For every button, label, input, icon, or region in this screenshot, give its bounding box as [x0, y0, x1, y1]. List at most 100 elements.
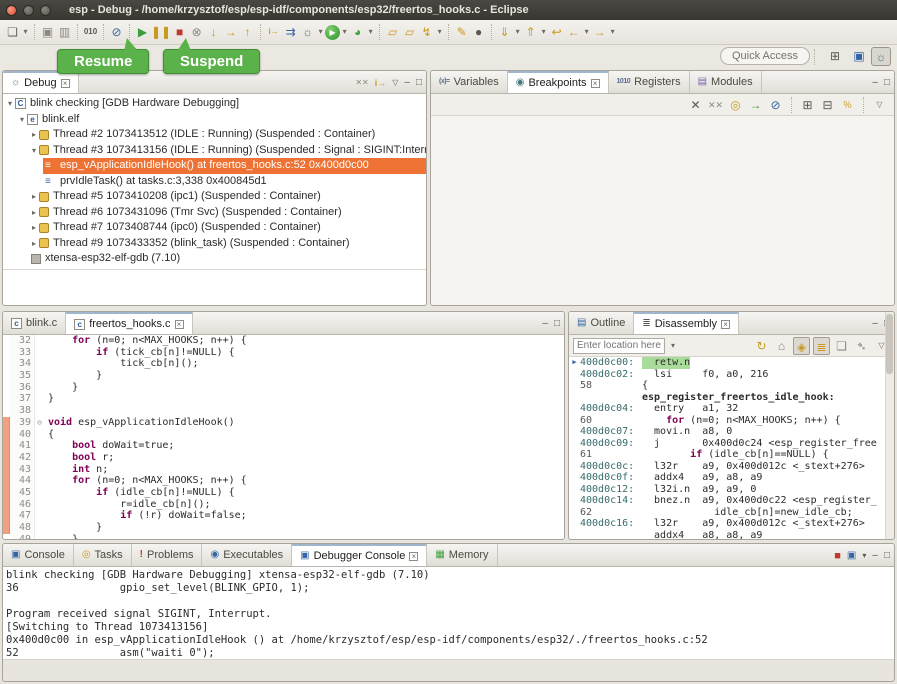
- expander-icon[interactable]: ▸: [29, 189, 39, 205]
- run-dropdown-icon[interactable]: ▾: [340, 23, 349, 41]
- maximize-icon[interactable]: □: [884, 550, 890, 561]
- tab-problems[interactable]: ! Problems: [132, 544, 203, 566]
- quick-access-button[interactable]: Quick Access: [720, 47, 810, 65]
- disassembly-listing[interactable]: ▶ 400d0c00: retw.n 400d0c02: lsi f0, a0,…: [569, 357, 894, 539]
- forward-dropdown-icon[interactable]: ▾: [608, 23, 617, 41]
- tab-outline[interactable]: ▤ Outline: [569, 312, 634, 334]
- source-code-area[interactable]: 32 for (n=0; n<MAX_HOOKS; n++) { 33 if (…: [3, 335, 564, 540]
- run-icon[interactable]: ▶: [325, 25, 340, 40]
- tab-variables[interactable]: (x)= Variables: [431, 71, 508, 93]
- window-minimize-button[interactable]: [23, 5, 34, 16]
- minimize-icon[interactable]: –: [872, 550, 878, 561]
- minimize-icon[interactable]: –: [872, 77, 878, 88]
- link-with-debug-view-icon[interactable]: ％: [839, 96, 856, 114]
- tab-debug[interactable]: ☼ Debug ×: [3, 71, 79, 93]
- expander-icon[interactable]: ▾: [17, 112, 27, 128]
- step-filters-icon[interactable]: ⇉: [282, 23, 299, 41]
- fold-marker-icon[interactable]: [34, 487, 44, 499]
- tab-executables[interactable]: ◉ Executables: [202, 544, 292, 566]
- instruction-stepping-mode-icon[interactable]: i→: [375, 78, 387, 88]
- sync-active-context-icon[interactable]: ◈: [793, 337, 810, 355]
- terminate-icon[interactable]: ■: [834, 550, 841, 562]
- maximize-icon[interactable]: □: [416, 77, 422, 88]
- close-icon[interactable]: ×: [409, 552, 418, 561]
- expander-icon[interactable]: ▸: [29, 236, 39, 252]
- collapse-all-icon[interactable]: ⊟: [819, 96, 836, 114]
- window-maximize-button[interactable]: [40, 5, 51, 16]
- open-new-view-icon[interactable]: ❏: [833, 337, 850, 355]
- tab-modules[interactable]: ▤ Modules: [690, 71, 762, 93]
- step-into-icon[interactable]: ↓: [205, 23, 222, 41]
- minimize-icon[interactable]: –: [542, 318, 548, 329]
- tree-item-thread[interactable]: ▸ Thread #6 1073431096 (Tmr Svc) (Suspen…: [3, 205, 426, 221]
- expander-icon[interactable]: ▸: [29, 220, 39, 236]
- tree-item-gdb[interactable]: xtensa-esp32-elf-gdb (7.10): [3, 251, 426, 267]
- remove-all-breakpoints-icon[interactable]: ✕✕: [707, 96, 724, 114]
- tree-item-thread[interactable]: ▸ Thread #5 1073410208 (ipc1) (Suspended…: [3, 189, 426, 205]
- skip-all-breakpoints-icon[interactable]: ⊘: [767, 96, 784, 114]
- resume-icon[interactable]: ▶: [134, 23, 151, 41]
- show-source-icon[interactable]: ≣: [813, 337, 830, 355]
- tab-debugger-console[interactable]: ▣ Debugger Console ×: [292, 544, 427, 566]
- save-all-icon[interactable]: ▥: [56, 23, 73, 41]
- close-icon[interactable]: ×: [721, 320, 730, 329]
- tree-item-launch[interactable]: ▾ C blink checking [GDB Hardware Debuggi…: [3, 96, 426, 112]
- fold-marker-icon[interactable]: [34, 370, 44, 382]
- tab-disassembly[interactable]: ≣ Disassembly ×: [634, 312, 739, 334]
- coverage-icon[interactable]: ◕: [349, 23, 366, 41]
- instruction-stepping-icon[interactable]: i→: [265, 23, 282, 41]
- fold-marker-icon[interactable]: [34, 393, 44, 405]
- tab-breakpoints[interactable]: ◉ Breakpoints ×: [508, 71, 609, 93]
- debug-perspective-icon[interactable]: ☼: [871, 47, 891, 66]
- fold-marker-icon[interactable]: [34, 335, 44, 347]
- remove-breakpoint-icon[interactable]: ✕: [687, 96, 704, 114]
- next-annotation-dropdown-icon[interactable]: ▾: [513, 23, 522, 41]
- fold-marker-icon[interactable]: [34, 464, 44, 476]
- tree-item-thread[interactable]: ▾ Thread #3 1073413156 (IDLE : Running) …: [3, 143, 426, 159]
- fold-marker-icon[interactable]: [34, 382, 44, 394]
- debug-icon[interactable]: ☼: [299, 23, 316, 41]
- debug-dropdown-icon[interactable]: ▾: [316, 23, 325, 41]
- view-menu-icon[interactable]: ▽: [392, 78, 398, 87]
- minimize-icon[interactable]: –: [872, 318, 878, 329]
- expander-icon[interactable]: ▸: [29, 127, 39, 143]
- external-tools-icon[interactable]: ↯: [418, 23, 435, 41]
- location-input[interactable]: [573, 338, 665, 354]
- console-dropdown-icon[interactable]: ▾: [862, 551, 866, 560]
- back-dropdown-icon[interactable]: ▾: [582, 23, 591, 41]
- save-icon[interactable]: ▣: [39, 23, 56, 41]
- window-close-button[interactable]: [6, 5, 17, 16]
- previous-annotation-dropdown-icon[interactable]: ▾: [539, 23, 548, 41]
- external-tools-dropdown-icon[interactable]: ▾: [435, 23, 444, 41]
- new-wizard-dropdown-icon[interactable]: ▾: [21, 23, 30, 41]
- coverage-dropdown-icon[interactable]: ▾: [366, 23, 375, 41]
- tab-console[interactable]: ▣ Console: [3, 544, 74, 566]
- fold-marker-icon[interactable]: [34, 510, 44, 522]
- expand-all-icon[interactable]: ⊞: [799, 96, 816, 114]
- close-icon[interactable]: ×: [591, 79, 600, 88]
- fold-marker-icon[interactable]: [34, 358, 44, 370]
- fold-marker-icon[interactable]: [34, 452, 44, 464]
- close-icon[interactable]: ×: [61, 79, 70, 88]
- cpp-perspective-icon[interactable]: ▣: [849, 47, 869, 66]
- tree-item-thread[interactable]: ▸ Thread #9 1073433352 (blink_task) (Sus…: [3, 236, 426, 252]
- suspend-icon[interactable]: ❚❚: [151, 23, 171, 41]
- maximize-icon[interactable]: □: [554, 318, 560, 329]
- fold-marker-icon[interactable]: ⊖: [34, 417, 44, 429]
- back-icon[interactable]: ←: [565, 23, 582, 41]
- tree-item-stack-frame[interactable]: ≡ prvIdleTask() at tasks.c:3,338 0x40084…: [3, 174, 426, 190]
- open-resource-icon[interactable]: ▱: [401, 23, 418, 41]
- last-edit-location-icon[interactable]: ↩: [548, 23, 565, 41]
- view-menu-icon[interactable]: ▽: [871, 96, 888, 114]
- expander-icon[interactable]: ▸: [29, 205, 39, 221]
- forward-icon[interactable]: →: [591, 23, 608, 41]
- go-to-file-for-breakpoint-icon[interactable]: →: [747, 96, 764, 114]
- new-wizard-icon[interactable]: ❏: [4, 23, 21, 41]
- open-console-icon[interactable]: ●: [470, 23, 487, 41]
- breakpoints-empty-area[interactable]: [431, 116, 894, 306]
- expander-icon[interactable]: ▾: [5, 96, 15, 112]
- remove-all-terminated-icon[interactable]: ✕✕: [355, 78, 368, 87]
- tab-registers[interactable]: 1010 Registers: [609, 71, 690, 93]
- tree-item-target[interactable]: ▾ e blink.elf: [3, 112, 426, 128]
- tree-item-stack-frame-selected[interactable]: ≡ esp_vApplicationIdleHook() at freertos…: [43, 158, 426, 174]
